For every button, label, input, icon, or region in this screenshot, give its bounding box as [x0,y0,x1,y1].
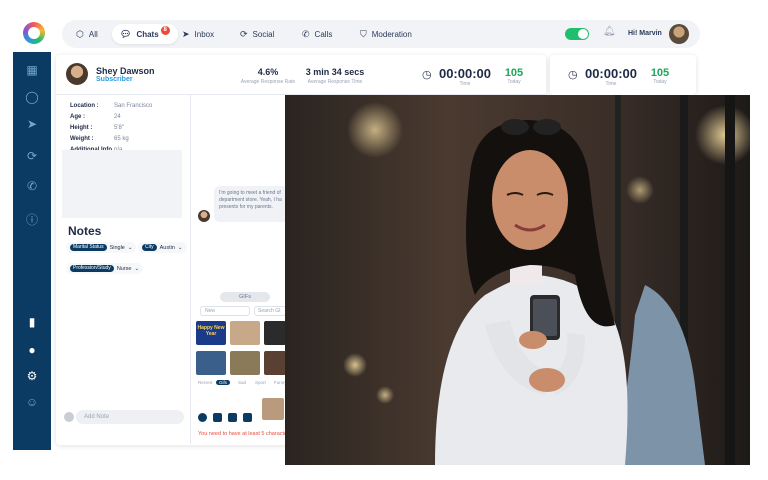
gif-tab-sport[interactable]: Sport [255,380,266,385]
send-icon: ➤ [182,28,190,39]
info-row: Height :5'8" [70,125,124,131]
response-rate-stat: 4.6% Average Response Rate [240,67,296,85]
clock-icon: ◷ [568,69,578,81]
today-count-2: 105 Today [650,67,670,85]
social-icon: ⟳ [240,28,248,39]
column-divider [190,94,191,444]
tab-chats[interactable]: 💬︎ Chats 8 [112,24,178,44]
alert-icon[interactable]: ⓘ [24,212,40,228]
gif-tab-sad[interactable]: Sad [238,380,246,385]
cube-icon: ⬡ [76,28,84,39]
note-chip-city[interactable]: City Austin ⌄ [138,242,187,253]
media-icon[interactable] [243,413,252,422]
sidebar: ▦ ◯ ➤ ⟳ ✆ ⓘ ▮ ● ⚙ ☺ [13,52,51,450]
info-row: Location : San Francisco [70,103,153,109]
gif-tab-gifs[interactable]: Gifs [216,380,231,385]
chat-message: I'm going to meet a friend of department… [214,186,290,222]
chevron-down-icon: ⌄ [134,265,140,272]
profile-role: Subscriber [96,76,133,83]
notes-title: Notes [68,224,102,238]
phone-icon[interactable]: ✆ [24,178,40,194]
app-logo [23,22,45,44]
woman-using-phone-photo [285,95,750,465]
today-count: 105 Today [504,67,524,85]
media-placeholder [62,150,182,218]
user-icon[interactable]: ● [24,342,40,358]
session-timer: 00:00:00 Time [438,66,492,87]
tab-moderation[interactable]: ⛉ Moderation [352,24,420,44]
tab-inbox[interactable]: ➤ Inbox [174,24,222,44]
chevron-down-icon: ⌄ [127,244,133,251]
bell-icon[interactable]: 🔔︎ [603,26,616,37]
gif-thumbnail[interactable] [196,351,226,375]
note-chip-marital[interactable]: Marital Status Single ⌄ [66,242,137,253]
chat-bubble-icon[interactable]: ◯ [24,89,40,105]
gif-tab-recent[interactable]: Recent [198,380,212,385]
chat-icon: 💬︎ [120,28,132,39]
send-icon[interactable]: ➤ [24,116,40,132]
user-greeting: Hi! Marvin [628,30,662,37]
social-icon[interactable]: ⟳ [24,148,40,164]
bar-chart-icon[interactable]: ▮ [24,314,40,330]
support-icon[interactable]: ☺ [24,394,40,410]
note-chip-profession[interactable]: Profession/Study Nurse ⌄ [66,263,144,274]
info-row: Age :24 [70,114,121,120]
gifs-button[interactable]: GIFs [220,292,270,302]
tab-calls[interactable]: ✆ Calls [294,24,340,44]
gif-search-input[interactable]: Search GI [254,306,286,316]
attachment-preview [262,398,284,420]
info-row: Weight :65 kg [70,136,129,142]
gif-thumbnail[interactable]: Happy New Year [196,321,226,345]
image-icon[interactable] [213,413,222,422]
clock-icon: ◷ [422,69,432,81]
gif-thumbnail[interactable] [264,351,286,375]
chats-count-badge: 8 [160,25,170,35]
grid-icon[interactable]: ▦ [24,62,40,78]
tab-social[interactable]: ⟳ Social [232,24,282,44]
user-avatar[interactable] [669,24,689,44]
profile-name: Shey Dawson [96,66,155,76]
phone-icon: ✆ [302,28,310,39]
online-toggle[interactable] [565,28,589,40]
gif-thumbnail[interactable] [230,351,260,375]
tab-all[interactable]: ⬡ All [68,24,106,44]
add-note-icon[interactable] [64,412,74,422]
gif-thumbnail[interactable] [230,321,260,345]
response-time-stat: 3 min 34 secs Average Response Time [305,67,365,85]
gif-category-select[interactable]: New [200,306,250,316]
profile-avatar [66,63,88,85]
gif-icon[interactable] [228,413,237,422]
validation-warning: You need to have at least 5 characters [198,431,292,437]
shield-icon: ⛉ [360,28,367,39]
gear-icon[interactable]: ⚙ [24,368,40,384]
photo-illustration [285,95,750,465]
message-avatar [198,210,210,222]
session-timer-2: 00:00:00 Time [584,66,638,87]
gif-thumbnail[interactable] [264,321,286,345]
add-icon[interactable] [198,413,207,422]
chevron-down-icon: ⌄ [177,244,183,251]
app-screenshot: ⬡ All 💬︎ Chats 8 ➤ Inbox ⟳ Social ✆ Call… [0,0,768,480]
add-note-input[interactable]: Add Note [76,410,184,424]
